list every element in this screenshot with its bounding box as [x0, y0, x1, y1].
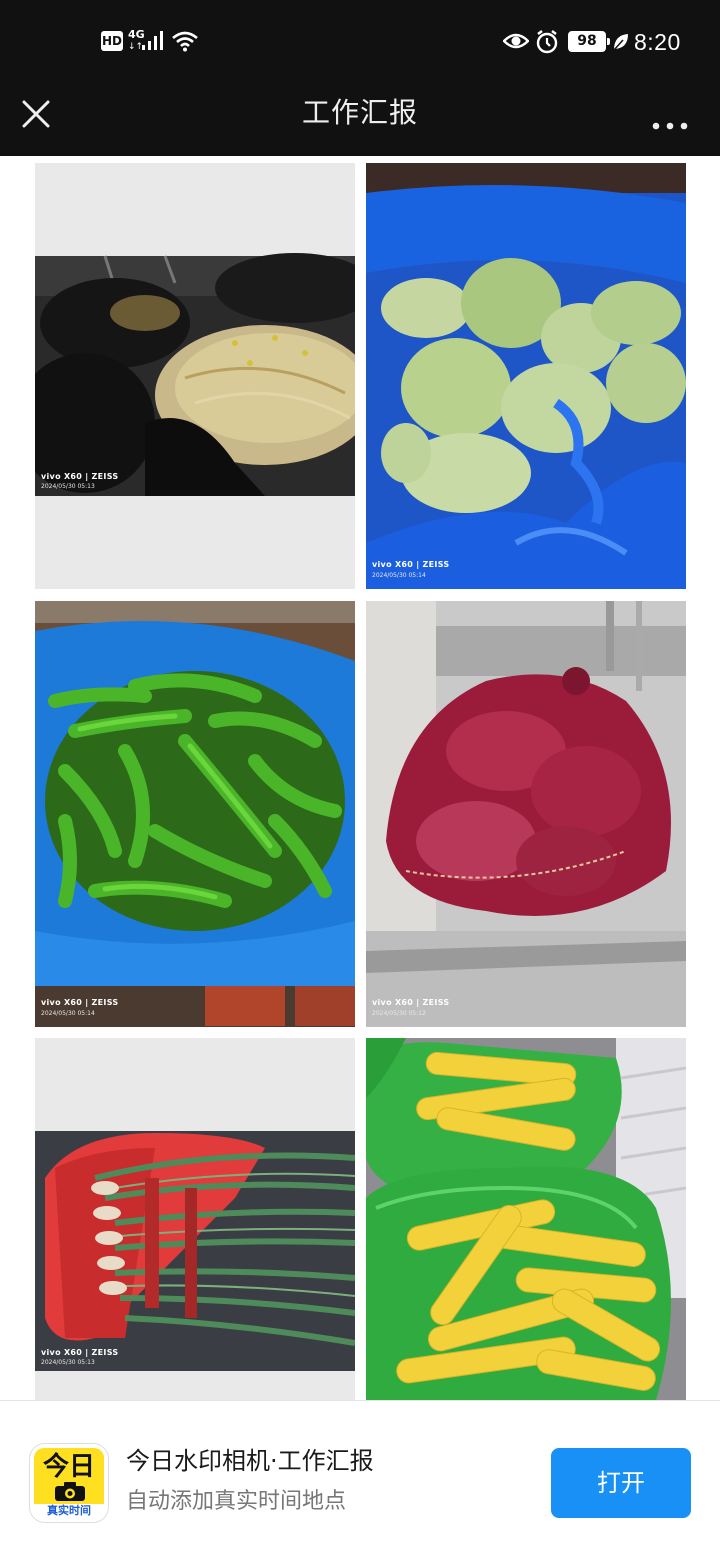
watermark-brand: vivo X60 | ZEISS — [372, 998, 450, 1007]
photo-cabbages[interactable]: vivo X60 | ZEISS 2024/05/30 05:14 — [366, 163, 686, 589]
photo-grid: vivo X60 | ZEISS 2024/05/30 05:13 vivo X… — [35, 163, 686, 1400]
app-logo-background: 今日 — [34, 1448, 104, 1504]
watermark-brand: vivo X60 | ZEISS — [372, 560, 450, 569]
more-options-icon[interactable] — [648, 98, 692, 130]
app-name: 今日水印相机·工作汇报 — [126, 1447, 374, 1475]
photo-bean-sprouts[interactable]: vivo X60 | ZEISS 2024/05/30 05:13 — [35, 163, 355, 589]
watermark-timestamp: 2024/05/30 05:12 — [372, 1010, 426, 1017]
signal-icon — [142, 31, 163, 50]
title-bar: 工作汇报 — [0, 84, 720, 156]
leaf-icon — [613, 34, 628, 51]
wifi-icon — [172, 31, 198, 52]
status-bar: HD 4G ↓↑ 98 8:20 — [0, 0, 720, 84]
camera-icon — [55, 1482, 85, 1501]
app-description: 自动添加真实时间地点 — [126, 1489, 347, 1514]
photo-green-peppers[interactable]: vivo X60 | ZEISS 2024/05/30 05:14 — [35, 601, 355, 1027]
photo-red-onions[interactable]: vivo X60 | ZEISS 2024/05/30 05:12 — [366, 601, 686, 1027]
battery-level: 98 — [577, 33, 597, 49]
watermark-brand: vivo X60 | ZEISS — [41, 1348, 119, 1357]
watermark-timestamp: 2024/05/30 05:13 — [41, 1359, 95, 1366]
app-download-banner: 今日 真实时间 今日水印相机·工作汇报 自动添加真实时间地点 打开 — [0, 1400, 720, 1560]
watermark-brand: vivo X60 | ZEISS — [41, 998, 119, 1007]
page-title: 工作汇报 — [301, 96, 418, 129]
clock: 8:20 — [634, 29, 681, 55]
alarm-icon — [536, 30, 558, 54]
app-logo[interactable]: 今日 真实时间 — [29, 1443, 109, 1523]
hd-badge: HD — [101, 31, 123, 51]
battery-icon: 98 — [568, 31, 610, 52]
watermark-timestamp: 2024/05/30 05:14 — [41, 1010, 95, 1017]
open-app-button[interactable]: 打开 — [551, 1448, 691, 1518]
app-logo-subtitle: 真实时间 — [47, 1504, 91, 1517]
watermark-timestamp: 2024/05/30 05:14 — [372, 572, 426, 579]
app-logo-text: 今日 — [42, 1452, 95, 1482]
eye-icon — [503, 33, 529, 49]
watermark-brand: vivo X60 | ZEISS — [41, 472, 119, 481]
watermark-timestamp: 2024/05/30 05:13 — [41, 483, 95, 490]
